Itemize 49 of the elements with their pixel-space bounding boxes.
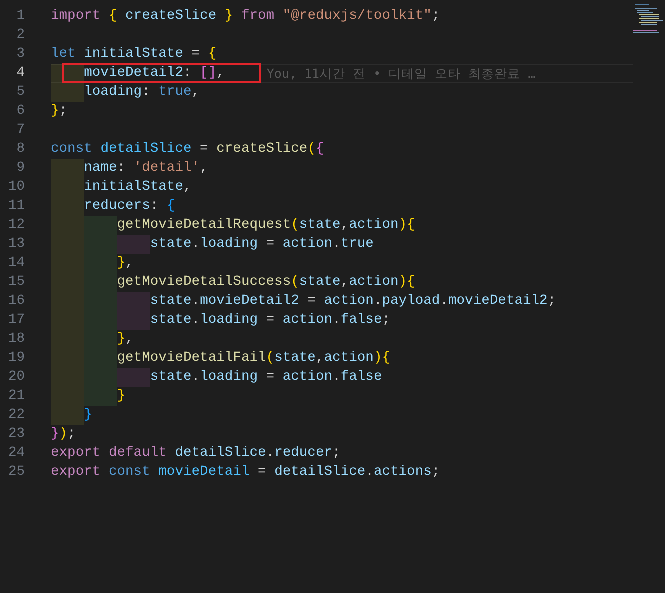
line-number: 21 xyxy=(7,388,25,406)
code-line: import { createSlice } from "@reduxjs/toolkit"; xyxy=(51,8,440,26)
line-number: 15 xyxy=(7,274,25,292)
code-line: loading: true, xyxy=(51,83,200,102)
code-line: reducers: { xyxy=(51,197,176,216)
line-number: 13 xyxy=(7,236,25,254)
line-number: 10 xyxy=(7,179,25,197)
code-line: }, xyxy=(51,330,134,349)
line-number: 17 xyxy=(7,312,25,330)
line-number: 7 xyxy=(16,122,25,140)
code-line: }, xyxy=(51,254,134,273)
line-number: 2 xyxy=(16,27,25,45)
line-number: 5 xyxy=(16,84,25,102)
code-line: name: 'detail', xyxy=(51,159,208,178)
code-line: state.loading = action.false xyxy=(51,368,382,387)
code-line: } xyxy=(51,387,126,406)
code-line: const detailSlice = createSlice({ xyxy=(51,141,324,159)
line-number: 1 xyxy=(16,8,25,26)
line-number: 11 xyxy=(7,198,25,216)
line-number: 6 xyxy=(16,103,25,121)
line-number: 16 xyxy=(7,293,25,311)
code-line: movieDetail2: [], xyxy=(51,64,225,83)
line-number: 25 xyxy=(7,464,25,482)
line-number: 18 xyxy=(7,331,25,349)
line-number: 14 xyxy=(7,255,25,273)
code-line: state.movieDetail2 = action.payload.movieDetail2; xyxy=(51,292,556,311)
line-number: 24 xyxy=(7,445,25,463)
code-line: let initialState = { xyxy=(51,46,217,64)
code-line: getMovieDetailSuccess(state,action){ xyxy=(51,273,416,292)
line-number: 9 xyxy=(16,160,25,178)
code-line: } xyxy=(51,406,92,425)
line-number: 8 xyxy=(16,141,25,159)
line-number: 12 xyxy=(7,217,25,235)
code-line: }); xyxy=(51,426,76,444)
line-number: 3 xyxy=(16,46,25,64)
line-number: 4 xyxy=(16,65,25,83)
code-line: export default detailSlice.reducer; xyxy=(51,445,341,463)
blame-annotation: You, 11시간 전 • 디테일 오타 최종완료 … xyxy=(266,65,536,83)
code-line: state.loading = action.true xyxy=(51,235,374,254)
code-line: export const movieDetail = detailSlice.actions; xyxy=(51,464,440,482)
line-number: 19 xyxy=(7,350,25,368)
line-number: 22 xyxy=(7,407,25,425)
code-line: initialState, xyxy=(51,178,192,197)
line-number: 23 xyxy=(7,426,25,444)
code-line: getMovieDetailFail(state,action){ xyxy=(51,349,390,368)
code-line: }; xyxy=(51,103,68,121)
code-line: state.loading = action.false; xyxy=(51,311,391,330)
code-line: getMovieDetailRequest(state,action){ xyxy=(51,216,416,235)
line-number: 20 xyxy=(7,369,25,387)
